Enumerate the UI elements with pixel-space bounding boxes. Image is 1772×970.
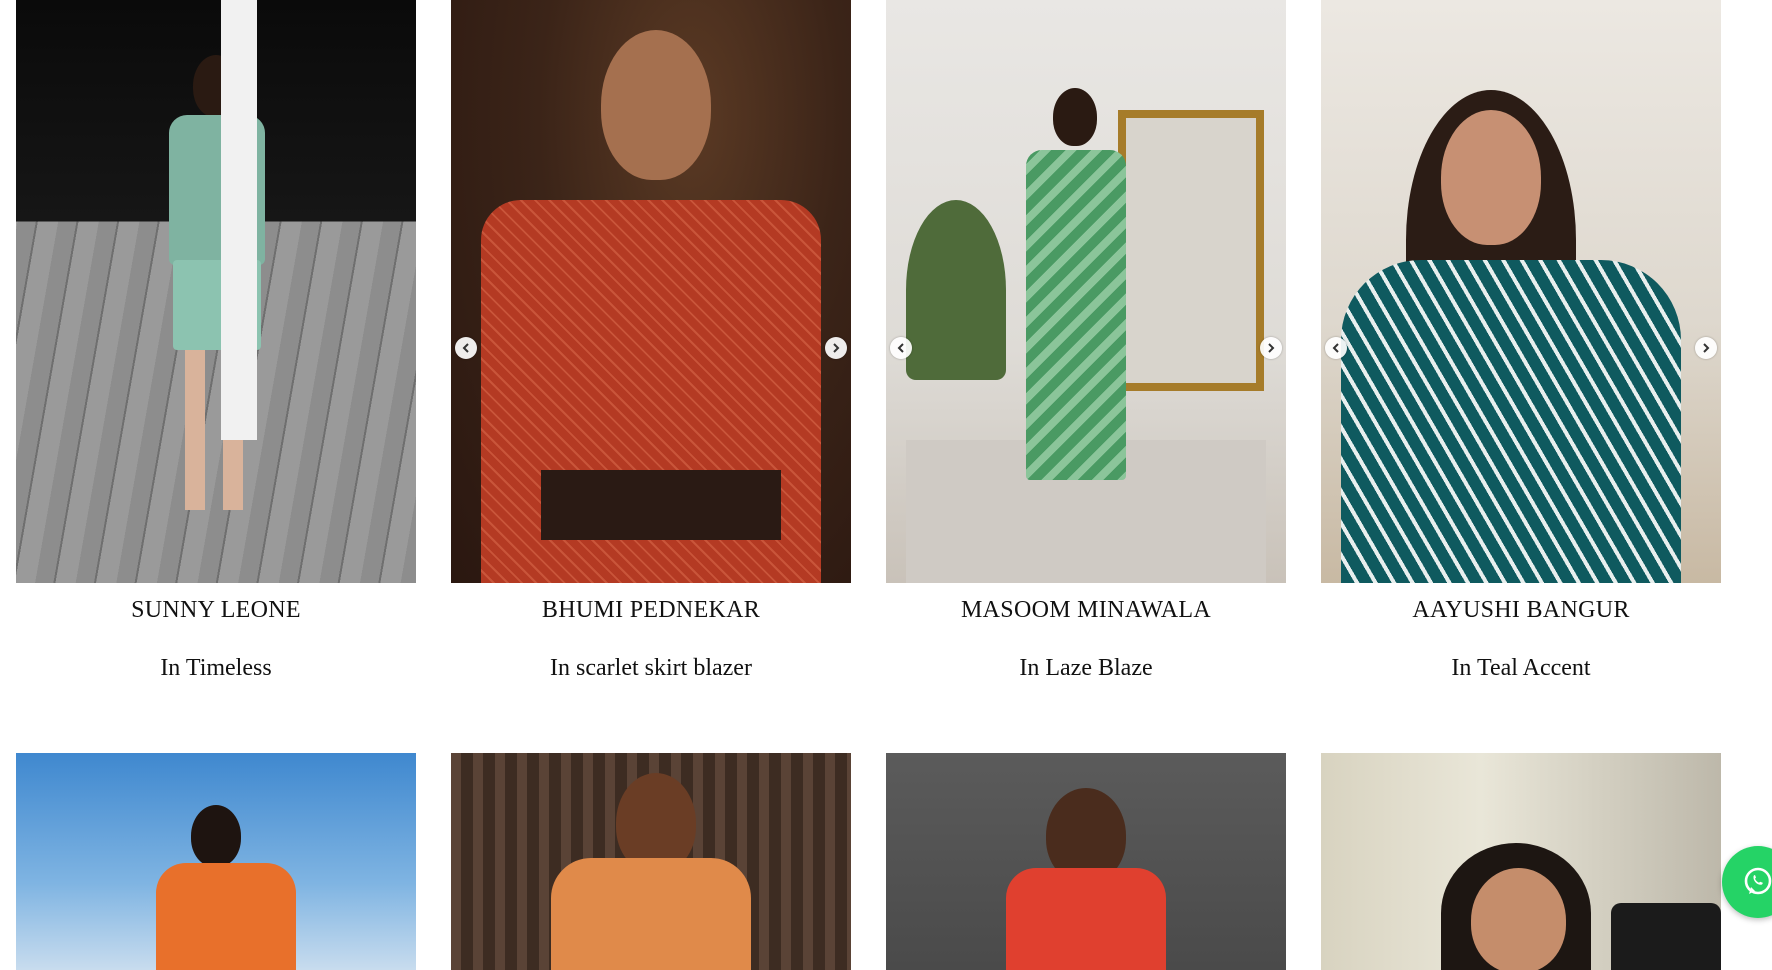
model-belt (541, 470, 781, 540)
celebrity-photo[interactable] (16, 0, 416, 583)
carousel-next-button[interactable] (825, 337, 847, 359)
celebrity-card[interactable] (1321, 753, 1721, 970)
carousel-next-button[interactable] (1260, 337, 1282, 359)
model-outfit (1006, 868, 1166, 970)
celebrity-name[interactable]: BHUMI PEDNEKAR (451, 583, 851, 625)
outfit-label[interactable]: In scarlet skirt blazer (451, 653, 851, 683)
celebrity-gallery: SUNNY LEONE In Timeless BHUMI PEDNEKAR I… (16, 0, 1736, 970)
pillar (221, 0, 257, 440)
card-caption: AAYUSHI BANGUR In Teal Accent (1321, 583, 1721, 719)
mirror (1118, 110, 1264, 391)
chevron-left-icon (897, 343, 904, 353)
celebrity-card[interactable]: AAYUSHI BANGUR In Teal Accent (1321, 0, 1721, 719)
model-head (191, 805, 241, 867)
celebrity-card[interactable] (16, 753, 416, 970)
card-caption: BHUMI PEDNEKAR In scarlet skirt blazer (451, 583, 851, 719)
model-head (1441, 110, 1541, 245)
celebrity-photo[interactable] (1321, 753, 1721, 970)
celebrity-name[interactable]: AAYUSHI BANGUR (1321, 583, 1721, 625)
model-outfit (551, 858, 751, 970)
model-head (1471, 868, 1566, 970)
chevron-left-icon (1332, 343, 1339, 353)
celebrity-photo[interactable] (886, 753, 1286, 970)
celebrity-card[interactable] (886, 753, 1286, 970)
plant (906, 200, 1006, 380)
carousel-next-button[interactable] (1695, 337, 1717, 359)
outfit-label[interactable]: In Timeless (16, 653, 416, 683)
celebrity-photo[interactable] (451, 753, 851, 970)
card-caption: MASOOM MINAWALA In Laze Blaze (886, 583, 1286, 719)
carousel-prev-button[interactable] (1325, 337, 1347, 359)
outfit-label[interactable]: In Teal Accent (1321, 653, 1721, 683)
celebrity-photo[interactable] (451, 0, 851, 583)
model-figure (151, 55, 281, 555)
celebrity-name[interactable]: SUNNY LEONE (16, 583, 416, 625)
model-head (601, 30, 711, 180)
celebrity-name[interactable]: MASOOM MINAWALA (886, 583, 1286, 625)
celebrity-photo[interactable] (16, 753, 416, 970)
model-outfit (1341, 260, 1681, 583)
card-caption: SUNNY LEONE In Timeless (16, 583, 416, 719)
model-outfit (156, 863, 296, 970)
chevron-right-icon (833, 343, 840, 353)
carousel-prev-button[interactable] (455, 337, 477, 359)
outfit-label[interactable]: In Laze Blaze (886, 653, 1286, 683)
celebrity-card[interactable]: SUNNY LEONE In Timeless (16, 0, 416, 719)
carousel-prev-button[interactable] (890, 337, 912, 359)
celebrity-photo[interactable] (1321, 0, 1721, 583)
chevron-right-icon (1268, 343, 1275, 353)
celebrity-card[interactable]: MASOOM MINAWALA In Laze Blaze (886, 0, 1286, 719)
celebrity-card[interactable] (451, 753, 851, 970)
chevron-left-icon (462, 343, 469, 353)
chair (1611, 903, 1721, 970)
model-outfit (1026, 150, 1126, 480)
whatsapp-icon (1744, 867, 1772, 895)
model-head (1053, 88, 1097, 146)
celebrity-photo[interactable] (886, 0, 1286, 583)
chevron-right-icon (1703, 343, 1710, 353)
celebrity-card[interactable]: BHUMI PEDNEKAR In scarlet skirt blazer (451, 0, 851, 719)
